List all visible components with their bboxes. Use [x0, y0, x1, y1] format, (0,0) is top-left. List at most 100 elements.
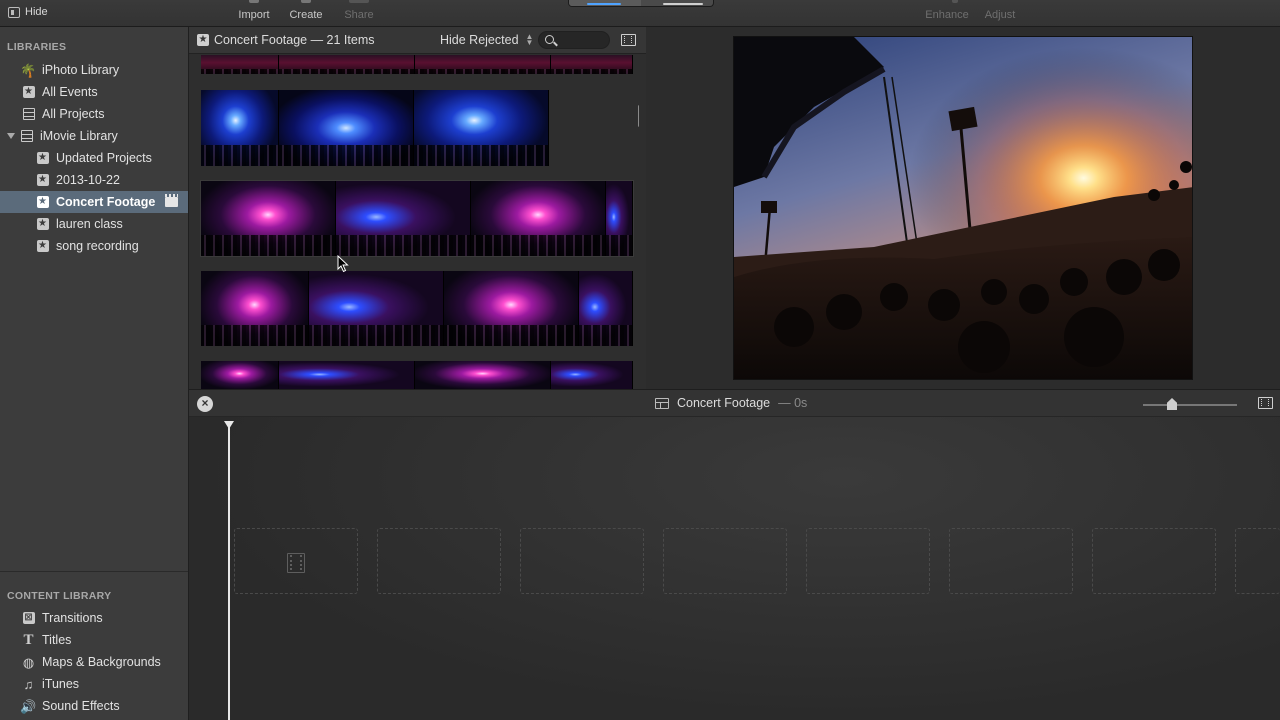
sidebar-item-all-projects[interactable]: All Projects: [0, 103, 188, 125]
sidebar-item-concert-footage[interactable]: ★ Concert Footage: [0, 191, 188, 213]
sidebar-item-2013-10-22[interactable]: ★ 2013-10-22: [0, 169, 188, 191]
adjust-button[interactable]: Adjust: [979, 0, 1021, 27]
music-note-icon: ♫: [23, 676, 34, 692]
enhance-button[interactable]: Enhance: [922, 0, 972, 27]
playhead[interactable]: [224, 421, 234, 720]
timeline-settings-icon[interactable]: [1258, 397, 1273, 409]
sidebar-item-label: All Events: [42, 85, 98, 99]
sidebar-item-label: 2013-10-22: [56, 173, 120, 187]
clip-placeholder: [949, 528, 1073, 594]
sidebar-item-label: lauren class: [56, 217, 123, 231]
sidebar-item-updated-projects[interactable]: ★ Updated Projects: [0, 147, 188, 169]
browser-scrollbar[interactable]: [638, 105, 639, 127]
libraries-sidebar: LIBRARIES 🌴 iPhoto Library ★ All Events …: [0, 27, 189, 720]
search-field[interactable]: [538, 31, 610, 49]
project-icon: [655, 397, 669, 409]
import-icon: [249, 0, 259, 3]
zoom-slider-knob[interactable]: [1167, 398, 1177, 410]
filter-popup[interactable]: Hide Rejected ▲ ▼: [440, 33, 533, 48]
library-theater-switch[interactable]: [568, 0, 714, 7]
film-strip-icon: [287, 553, 305, 573]
create-icon: [301, 0, 311, 3]
timeline-header: × Concert Footage — 0s: [189, 389, 1280, 417]
sidebar-item-label: iPhoto Library: [42, 63, 120, 77]
content-item-label: Maps & Backgrounds: [42, 655, 161, 669]
imovie-window: Hide Import Create Share Enhance Adjust …: [0, 0, 1280, 720]
sidebar-item-label: iMovie Library: [40, 129, 118, 143]
clip-placeholder: [234, 528, 358, 594]
clip-placeholder: [520, 528, 644, 594]
hide-label: Hide: [25, 6, 48, 18]
sidebar-toggle-icon: [8, 6, 20, 18]
content-item-itunes[interactable]: ♫ iTunes: [0, 673, 188, 695]
content-item-maps-backgrounds[interactable]: ◍ Maps & Backgrounds: [0, 651, 188, 673]
project-title: Concert Footage — 0s: [655, 396, 807, 410]
clip-placeholder: [663, 528, 787, 594]
grid-icon: [20, 130, 33, 143]
event-title-label: Concert Footage — 21 Items: [214, 33, 375, 47]
palm-tree-icon: 🌴: [20, 62, 37, 78]
viewer: [646, 27, 1280, 389]
libraries-header: LIBRARIES: [7, 41, 67, 53]
enhance-label: Enhance: [925, 9, 969, 21]
clip-strip[interactable]: [201, 271, 633, 346]
sidebar-divider: [0, 571, 188, 572]
content-item-label: Titles: [42, 633, 72, 647]
share-label: Share: [344, 9, 374, 21]
content-item-sound-effects[interactable]: 🔊 Sound Effects: [0, 695, 188, 717]
project-title-label: Concert Footage: [677, 396, 771, 410]
clip-strip[interactable]: [201, 55, 633, 74]
theater-tab[interactable]: [641, 0, 713, 6]
content-item-label: Transitions: [42, 611, 103, 625]
clip-placeholder: [377, 528, 501, 594]
sidebar-item-iphoto-library[interactable]: 🌴 iPhoto Library: [0, 59, 188, 81]
adjust-label: Adjust: [984, 9, 1016, 21]
globe-icon: ◍: [22, 654, 35, 670]
star-box-icon: ★: [197, 34, 209, 46]
clip-strip[interactable]: [200, 180, 634, 257]
share-icon: [349, 0, 369, 3]
timeline-zoom-slider[interactable]: [1143, 404, 1237, 406]
create-button[interactable]: Create: [286, 0, 326, 27]
sidebar-item-all-events[interactable]: ★ All Events: [0, 81, 188, 103]
search-icon: [545, 35, 554, 44]
clapperboard-icon[interactable]: [165, 194, 178, 207]
clip-strip[interactable]: [201, 361, 633, 389]
project-duration: — 0s: [778, 396, 808, 410]
clip-browser: ★ Concert Footage — 21 Items Hide Reject…: [189, 27, 646, 389]
content-item-transitions[interactable]: ⊠ Transitions: [0, 607, 188, 629]
mouse-cursor-icon: [337, 255, 349, 273]
sidebar-item-song-recording[interactable]: ★ song recording: [0, 235, 188, 257]
timeline[interactable]: [189, 417, 1280, 720]
sidebar-item-label: Concert Footage: [56, 195, 156, 209]
preview-image: [733, 36, 1193, 380]
clip-grid: [189, 55, 639, 389]
sidebar-item-imovie-library[interactable]: iMovie Library: [0, 125, 188, 147]
library-tab[interactable]: [569, 0, 641, 6]
sidebar-item-lauren-class[interactable]: ★ lauren class: [0, 213, 188, 235]
content-item-label: iTunes: [42, 677, 80, 691]
close-project-icon[interactable]: ×: [197, 396, 213, 412]
sidebar-item-label: All Projects: [42, 107, 105, 121]
content-item-titles[interactable]: T Titles: [0, 629, 188, 651]
clapper-grid-icon: [22, 108, 35, 121]
sidebar-item-label: Updated Projects: [56, 151, 152, 165]
star-box-icon: ★: [36, 240, 49, 252]
filter-label: Hide Rejected: [440, 33, 519, 47]
import-button[interactable]: Import: [234, 0, 274, 27]
share-button[interactable]: Share: [339, 0, 379, 27]
titles-icon: T: [23, 631, 34, 648]
toolbar: Hide Import Create Share Enhance Adjust: [0, 0, 1280, 27]
hide-libraries-button[interactable]: Hide: [8, 6, 48, 18]
sidebar-item-label: song recording: [56, 239, 139, 253]
clip-placeholder: [806, 528, 930, 594]
clip-appearance-icon[interactable]: [621, 34, 636, 46]
clip-strip[interactable]: [201, 90, 549, 166]
browser-header: ★ Concert Footage — 21 Items Hide Reject…: [189, 27, 646, 54]
clip-placeholder: [1092, 528, 1216, 594]
speaker-icon: 🔊: [20, 698, 37, 714]
create-label: Create: [289, 9, 323, 21]
disclosure-triangle-icon[interactable]: [7, 133, 15, 139]
star-box-icon: ★: [36, 152, 49, 164]
event-title: ★ Concert Footage — 21 Items: [197, 33, 375, 47]
